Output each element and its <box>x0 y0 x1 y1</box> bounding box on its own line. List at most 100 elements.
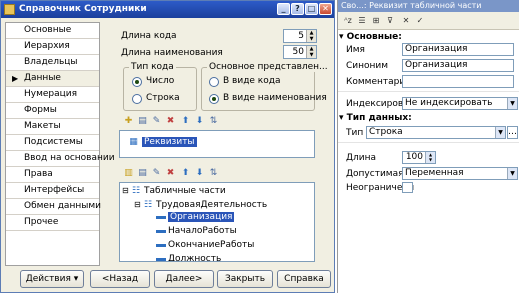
move-down-icon[interactable]: ⬇ <box>194 116 205 127</box>
name-field[interactable]: Организация <box>402 43 514 56</box>
filter-icon[interactable]: ⊽ <box>384 15 396 27</box>
sort-icon[interactable]: ⇅ <box>208 116 219 127</box>
comment-field[interactable] <box>402 75 514 88</box>
move-up-icon[interactable]: ⬆ <box>180 116 191 127</box>
spin-arrows-icon[interactable]: ▲ ▼ <box>306 46 316 58</box>
move-down-tabular-icon[interactable]: ⬇ <box>194 168 205 179</box>
dropdown-arrow-icon[interactable]: ▼ <box>507 98 517 109</box>
delete-tabular-icon[interactable]: ✖ <box>165 168 176 179</box>
nav-item-data[interactable]: ▶ Данные <box>6 71 99 87</box>
nav-item-rights[interactable]: Права <box>6 167 99 183</box>
index-select[interactable]: Не индексировать ▼ <box>402 97 518 110</box>
selected-arrow-icon: ▶ <box>12 74 19 83</box>
properties-title[interactable]: Сво...: Реквизит табличной части <box>338 0 519 12</box>
tabular-part[interactable]: ТрудоваяДеятельность <box>156 200 267 210</box>
help-icon[interactable]: ? <box>291 3 304 15</box>
repr-name-radio[interactable] <box>209 94 219 104</box>
type-select[interactable]: Строка ▼ <box>366 126 506 139</box>
length-stepper[interactable]: 100 ▲ ▼ <box>402 151 436 164</box>
nav-item-basic[interactable]: Основные <box>6 23 99 39</box>
back-button[interactable]: <Назад <box>90 270 150 288</box>
field-icon <box>156 258 166 261</box>
tabular-root[interactable]: Табличные части <box>144 186 226 196</box>
collapse-icon[interactable]: ⊟ <box>134 200 141 209</box>
code-type-number-radio[interactable] <box>132 77 142 87</box>
copy-icon[interactable]: ▤ <box>137 116 148 127</box>
catalog-icon <box>4 4 15 15</box>
sort-alpha-icon[interactable]: ᴬᴢ <box>342 15 354 27</box>
type-select-button[interactable]: … <box>507 126 518 139</box>
delete-icon[interactable]: ✖ <box>165 116 176 127</box>
tabular-root-icon: ☷ <box>132 186 141 196</box>
nav-item-hierarchy[interactable]: Иерархия <box>6 39 99 55</box>
nav-item-label: Прочее <box>24 217 59 227</box>
name-length-stepper[interactable]: 50 ▲ ▼ <box>283 45 317 59</box>
section-datatype[interactable]: ▾ Тип данных: <box>339 113 412 123</box>
spin-arrows-icon[interactable]: ▲ ▼ <box>306 30 316 42</box>
nav-item-forms[interactable]: Формы <box>6 103 99 119</box>
categorized-icon[interactable]: ☰ <box>356 15 368 27</box>
close-icon[interactable]: ✕ <box>319 3 332 15</box>
nav-item-other[interactable]: Прочее <box>6 215 99 231</box>
edit-icon[interactable]: ✎ <box>151 116 162 127</box>
tabular-field[interactable]: ОкончаниеРаботы <box>168 240 254 250</box>
nav-item-input-based[interactable]: Ввод на основании <box>6 151 115 167</box>
code-length-value: 5 <box>298 31 304 41</box>
synonym-field[interactable]: Организация <box>402 59 514 72</box>
nav-item-label: Макеты <box>24 121 61 131</box>
nav-item-owners[interactable]: Владельцы <box>6 55 99 71</box>
add-attribute-icon[interactable]: ✚ <box>123 116 134 127</box>
tabular-field[interactable]: Организация <box>168 212 235 222</box>
nav-item-label: Данные <box>24 73 61 83</box>
repr-code-radio[interactable] <box>209 77 219 87</box>
code-type-number-label: Число <box>146 76 175 86</box>
move-up-tabular-icon[interactable]: ⬆ <box>180 168 191 179</box>
unlimited-checkbox[interactable] <box>402 182 413 193</box>
minimize-icon[interactable]: _ <box>277 3 290 15</box>
field-icon <box>156 230 166 233</box>
nav-item-data-exchange[interactable]: Обмен данными <box>6 199 101 215</box>
type-value: Строка <box>369 127 403 137</box>
window-titlebar[interactable]: Справочник Сотрудники _ ? □ ✕ <box>1 1 334 18</box>
divider <box>338 142 519 143</box>
code-type-string-label: Строка <box>146 93 180 103</box>
close-button[interactable]: Закрыть <box>217 270 273 288</box>
next-button[interactable]: Далее> <box>154 270 214 288</box>
type-label: Тип <box>346 128 364 138</box>
apply-icon[interactable]: ✓ <box>414 15 426 27</box>
maximize-icon[interactable]: □ <box>305 3 318 15</box>
code-length-stepper[interactable]: 5 ▲ ▼ <box>283 29 317 43</box>
nav-item-label: Иерархия <box>24 41 70 51</box>
code-type-string-radio[interactable] <box>132 94 142 104</box>
nav-item-label: Подсистемы <box>24 137 83 147</box>
properties-toolbar: ᴬᴢ ☰ ⊞ ⊽ ✕ ✓ <box>338 12 519 30</box>
allowed-length-select[interactable]: Переменная ▼ <box>402 167 518 180</box>
dropdown-arrow-icon[interactable]: ▼ <box>495 127 505 138</box>
tabular-field[interactable]: НачалоРаботы <box>168 226 237 236</box>
cancel-icon[interactable]: ✕ <box>400 15 412 27</box>
nav-item-interfaces[interactable]: Интерфейсы <box>6 183 99 199</box>
nav-item-label: Интерфейсы <box>24 185 85 195</box>
copy-tabular-icon[interactable]: ▤ <box>137 168 148 179</box>
collapse-icon[interactable]: ⊟ <box>122 186 129 195</box>
actions-button[interactable]: Действия ▾ <box>20 270 84 288</box>
repr-name-label: В виде наименования <box>223 93 327 103</box>
dropdown-arrow-icon[interactable]: ▼ <box>507 168 517 179</box>
nav-item-label: Владельцы <box>24 57 78 67</box>
section-main[interactable]: ▾ Основные: <box>339 32 402 42</box>
nav-item-label: Основные <box>24 25 72 35</box>
expand-icon[interactable]: ⊞ <box>370 15 382 27</box>
help-button[interactable]: Справка <box>277 270 331 288</box>
nav-item-numbering[interactable]: Нумерация <box>6 87 99 103</box>
main-repr-label: Основное представлен... <box>207 62 330 72</box>
sort-tabular-icon[interactable]: ⇅ <box>208 168 219 179</box>
spin-arrows-icon[interactable]: ▲ ▼ <box>425 152 435 163</box>
edit-tabular-icon[interactable]: ✎ <box>151 168 162 179</box>
attributes-node[interactable]: Реквизиты <box>142 137 197 147</box>
add-tabular-icon[interactable]: ▥ <box>123 168 134 179</box>
nav-item-subsystems[interactable]: Подсистемы <box>6 135 99 151</box>
properties-panel: Сво...: Реквизит табличной части ᴬᴢ ☰ ⊞ … <box>337 0 519 293</box>
tabular-field[interactable]: Должность <box>168 254 221 261</box>
nav-item-templates[interactable]: Макеты <box>6 119 99 135</box>
code-type-label: Тип кода <box>129 62 176 72</box>
